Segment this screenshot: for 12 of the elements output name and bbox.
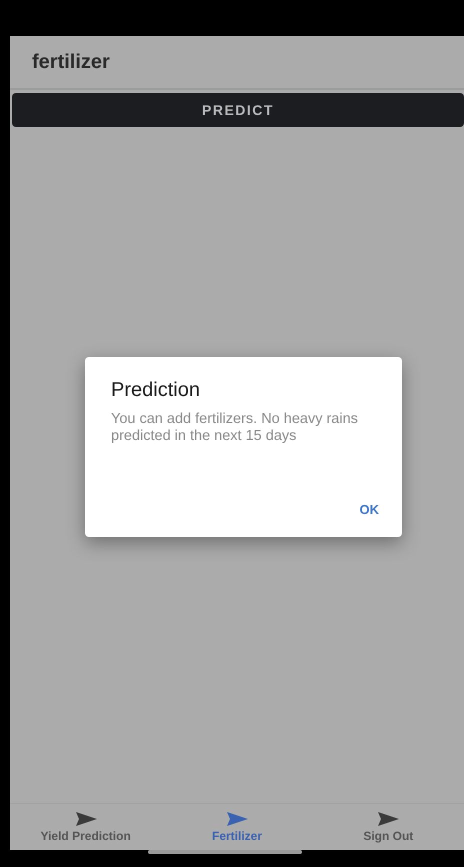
predict-button[interactable]: PREDICT	[12, 93, 464, 127]
ok-button[interactable]: OK	[354, 496, 379, 523]
app-title: fertilizer	[32, 50, 110, 74]
home-indicator[interactable]	[148, 850, 302, 854]
nav-tab[interactable]: Yield Prediction	[10, 804, 162, 850]
dialog-message: You can add fertilizers. No heavy rains predicted in the next 15 days	[111, 411, 359, 445]
dialog-title: Prediction	[111, 379, 201, 402]
send-arrow-icon	[226, 812, 248, 826]
send-arrow-icon	[74, 812, 97, 826]
nav-tab[interactable]: Sign Out	[312, 804, 464, 850]
nav-tab[interactable]: Fertilizer	[161, 804, 313, 850]
send-arrow-icon	[377, 812, 400, 826]
